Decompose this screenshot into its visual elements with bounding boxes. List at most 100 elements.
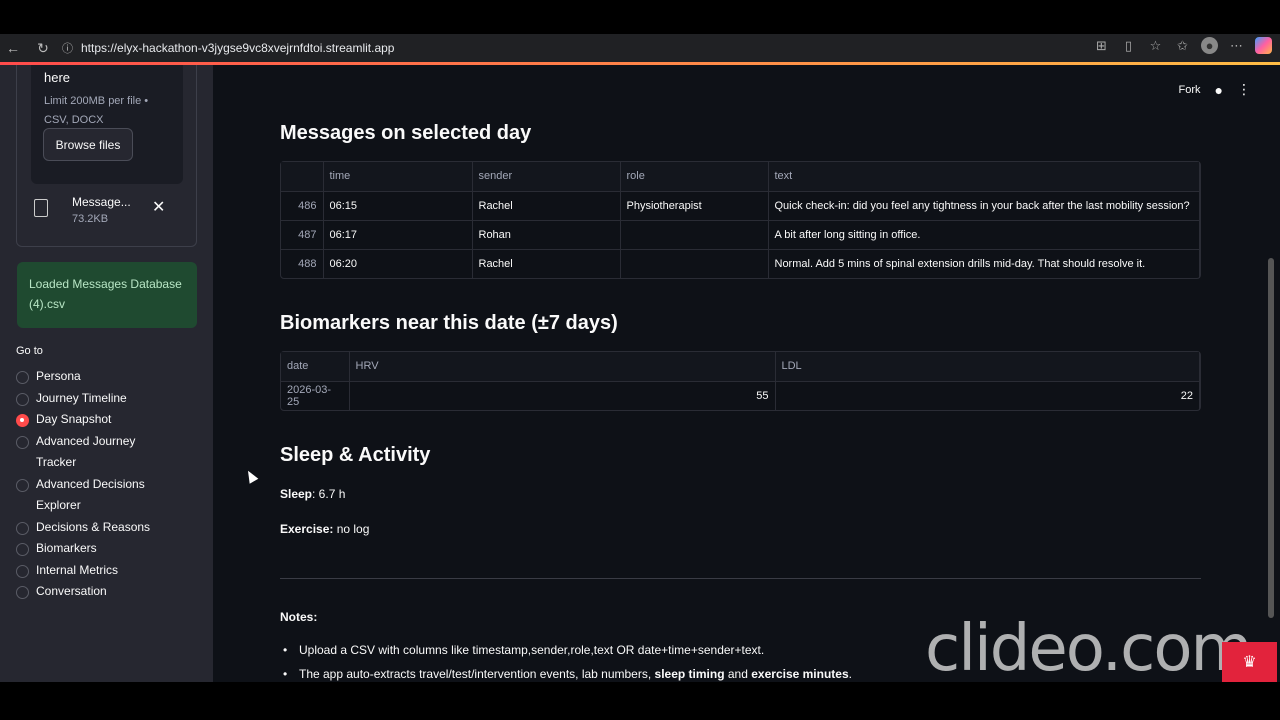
table-row: 486 06:15 Rachel Physiotherapist Quick c…	[281, 191, 1200, 221]
dropzone-text: here	[44, 70, 71, 85]
biomarkers-table[interactable]: date HRV LDL 2026-03-25 55 22	[280, 351, 1201, 411]
success-alert: Loaded Messages Database (4).csv	[17, 262, 197, 328]
cell-index[interactable]: 487	[281, 220, 324, 250]
column-header-role[interactable]: role	[620, 162, 769, 192]
crown-icon[interactable]: ♛	[1222, 642, 1277, 682]
browse-files-button[interactable]: Browse files	[43, 128, 133, 161]
site-info-icon[interactable]: ⓘ	[62, 40, 73, 56]
radio-advanced-journey-tracker[interactable]: Advanced Journey Tracker	[16, 431, 206, 474]
table-header-row: time sender role text	[281, 162, 1200, 192]
radio-decisions-reasons[interactable]: Decisions & Reasons	[16, 517, 206, 539]
cell-text[interactable]: Quick check-in: did you feel any tightne…	[768, 191, 1200, 221]
main-content: Fork ● ⋮ Messages on selected day time s…	[213, 65, 1273, 682]
screen-bottom-bar	[0, 682, 1280, 720]
watermark-text: clideo.com	[925, 612, 1253, 686]
notes-list: Upload a CSV with columns like timestamp…	[280, 643, 852, 682]
list-item: The app auto-extracts travel/test/interv…	[280, 667, 852, 682]
reload-icon[interactable]: ↻	[32, 37, 54, 59]
cell-time[interactable]: 06:17	[323, 220, 473, 250]
radio-circle-icon	[16, 586, 29, 599]
table-row: 2026-03-25 55 22	[281, 381, 1200, 410]
cell-index[interactable]: 486	[281, 191, 324, 221]
radio-selected-icon	[16, 414, 29, 427]
radio-biomarkers[interactable]: Biomarkers	[16, 538, 206, 560]
radio-journey-timeline[interactable]: Journey Timeline	[16, 388, 206, 410]
radio-advanced-decisions-explorer[interactable]: Advanced Decisions Explorer	[16, 474, 206, 517]
radio-label: Advanced Journey Tracker	[36, 433, 136, 469]
cell-role[interactable]	[620, 249, 769, 278]
favorites-icon[interactable]: ✩	[1174, 37, 1191, 54]
more-menu-icon[interactable]: ⋯	[1228, 37, 1245, 54]
column-header-index[interactable]	[281, 162, 324, 192]
uploaded-file-name: Message...	[72, 195, 131, 209]
cell-text[interactable]: A bit after long sitting in office.	[768, 220, 1200, 250]
column-header-hrv[interactable]: HRV	[349, 352, 776, 382]
cell-sender[interactable]: Rohan	[472, 220, 621, 250]
exercise-label: Exercise:	[280, 522, 334, 536]
cell-time[interactable]: 06:20	[323, 249, 473, 278]
copilot-icon[interactable]	[1255, 37, 1272, 54]
radio-label: Decisions & Reasons	[36, 519, 151, 534]
file-icon	[34, 199, 48, 217]
cell-date[interactable]: 2026-03-25	[281, 381, 350, 410]
radio-internal-metrics[interactable]: Internal Metrics	[16, 560, 206, 582]
list-item: Upload a CSV with columns like timestamp…	[280, 643, 852, 667]
column-header-sender[interactable]: sender	[472, 162, 621, 192]
radio-day-snapshot[interactable]: Day Snapshot	[16, 409, 206, 431]
github-icon[interactable]: ●	[1215, 82, 1223, 98]
cell-sender[interactable]: Rachel	[472, 191, 621, 221]
back-icon[interactable]: ←	[2, 37, 24, 59]
nav-label: Go to	[16, 345, 43, 357]
column-header-text[interactable]: text	[768, 162, 1200, 192]
note-text: The app auto-extracts travel/test/interv…	[299, 667, 655, 681]
table-row: 487 06:17 Rohan A bit after long sitting…	[281, 220, 1200, 250]
cell-role[interactable]: Physiotherapist	[620, 191, 769, 221]
radio-label: Conversation	[36, 584, 107, 598]
cell-hrv[interactable]: 55	[349, 381, 776, 410]
uploaded-file: Message... 73.2KB ✕	[30, 193, 180, 237]
radio-persona[interactable]: Persona	[16, 366, 206, 388]
radio-circle-icon	[16, 435, 29, 449]
column-header-time[interactable]: time	[323, 162, 473, 192]
radio-circle-icon	[16, 478, 29, 492]
cell-index[interactable]: 488	[281, 249, 324, 278]
cell-time[interactable]: 06:15	[323, 191, 473, 221]
column-header-ldl[interactable]: LDL	[775, 352, 1200, 382]
column-header-date[interactable]: date	[281, 352, 350, 382]
cell-ldl[interactable]: 22	[775, 381, 1200, 410]
browser-toolbar: ← ↻ ⓘ https://elyx-hackathon-v3jygse9vc8…	[0, 34, 1280, 62]
address-bar[interactable]: ⓘ https://elyx-hackathon-v3jygse9vc8xvej…	[62, 37, 1062, 59]
scrollbar-thumb[interactable]	[1268, 258, 1274, 618]
notes-title: Notes:	[280, 610, 318, 624]
sleep-line: Sleep: 6.7 h	[280, 487, 345, 501]
sleep-value: : 6.7 h	[312, 487, 346, 501]
cell-text[interactable]: Normal. Add 5 mins of spinal extension d…	[768, 249, 1200, 278]
cell-role[interactable]	[620, 220, 769, 250]
apps-icon[interactable]: ⊞	[1093, 37, 1110, 54]
page-radio-group: Persona Journey Timeline Day Snapshot Ad…	[16, 366, 206, 603]
cell-sender[interactable]: Rachel	[472, 249, 621, 278]
exercise-line: Exercise: no log	[280, 522, 369, 536]
radio-circle-icon	[16, 371, 29, 384]
messages-table[interactable]: time sender role text 486 06:15 Rachel P…	[280, 161, 1201, 279]
url-text: https://elyx-hackathon-v3jygse9vc8xvejrn…	[81, 41, 395, 55]
dropzone[interactable]: here Limit 200MB per file • CSV, DOCX Br…	[31, 65, 183, 184]
remove-file-icon[interactable]: ✕	[152, 197, 165, 217]
note-bold-sleep: sleep timing	[654, 667, 725, 681]
sleep-label: Sleep	[280, 487, 313, 501]
uploaded-file-size: 73.2KB	[72, 213, 109, 225]
table-row: 488 06:20 Rachel Normal. Add 5 mins of s…	[281, 249, 1200, 278]
note-text: and	[724, 667, 752, 681]
radio-circle-icon	[16, 521, 29, 535]
app-header-actions: Fork ● ⋮	[1179, 81, 1251, 98]
fork-button[interactable]: Fork	[1179, 84, 1201, 96]
radio-label: Persona	[36, 369, 81, 383]
favorite-star-icon[interactable]: ☆	[1147, 37, 1164, 54]
radio-conversation[interactable]: Conversation	[16, 581, 206, 603]
profile-avatar-icon[interactable]: ●	[1201, 37, 1218, 54]
table-header-row: date HRV LDL	[281, 352, 1200, 382]
divider	[280, 578, 1201, 579]
main-menu-icon[interactable]: ⋮	[1237, 81, 1251, 98]
sleep-activity-heading: Sleep & Activity	[280, 444, 431, 466]
reader-icon[interactable]: ▯	[1120, 37, 1137, 54]
